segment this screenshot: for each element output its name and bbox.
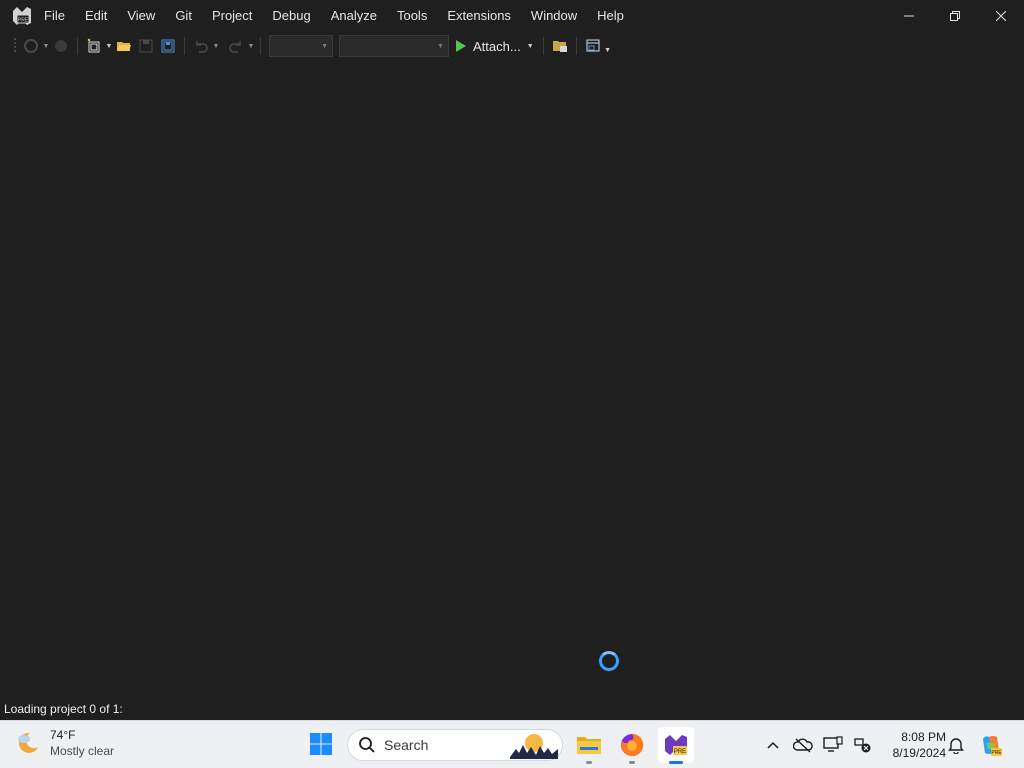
- solution-configuration-dropdown[interactable]: ▼: [269, 35, 333, 57]
- restore-icon: [950, 11, 960, 21]
- search-highlight-art-icon: [510, 734, 558, 759]
- attach-to-process-button[interactable]: Attach... ▼: [452, 35, 538, 57]
- svg-text:PRE: PRE: [18, 18, 29, 24]
- toolbar-separator: [184, 37, 185, 55]
- toolbar-separator: [77, 37, 78, 55]
- toolbar-separator: [542, 37, 544, 55]
- notifications-button[interactable]: [941, 730, 971, 760]
- chevron-down-icon: ▼: [321, 42, 328, 50]
- navigate-back-icon[interactable]: [21, 36, 41, 56]
- taskbar-search-box[interactable]: Search: [347, 729, 563, 761]
- status-text: Loading project 0 of 1:: [4, 702, 123, 716]
- windows-logo-icon: [310, 733, 332, 755]
- bell-icon: [948, 738, 964, 754]
- search-icon: [359, 737, 375, 753]
- chevron-down-icon: ▼: [437, 42, 444, 50]
- chevron-down-icon[interactable]: ▼: [527, 43, 534, 50]
- svg-text:PRE: PRE: [991, 750, 1002, 756]
- weather-widget[interactable]: 74°F Mostly clear: [14, 727, 114, 759]
- active-indicator: [669, 761, 683, 764]
- menu-tools[interactable]: Tools: [387, 0, 437, 32]
- running-indicator: [586, 761, 592, 764]
- redo-dropdown-icon[interactable]: ▼: [247, 36, 255, 56]
- menu-extensions[interactable]: Extensions: [437, 0, 521, 32]
- undo-icon[interactable]: [191, 36, 211, 56]
- new-project-dropdown-icon[interactable]: ▼: [105, 36, 113, 56]
- menu-git[interactable]: Git: [165, 0, 202, 32]
- toolbar-separator: [575, 37, 577, 55]
- restore-button[interactable]: [932, 0, 978, 32]
- undo-dropdown-icon[interactable]: ▼: [212, 36, 220, 56]
- visual-studio-preview-icon: PRE: [665, 735, 687, 755]
- play-icon: [456, 40, 466, 52]
- show-hidden-icons-button[interactable]: [758, 730, 788, 760]
- copilot-button[interactable]: PRE: [976, 730, 1006, 760]
- status-bar: Loading project 0 of 1:: [0, 698, 1024, 720]
- network-tray-icon[interactable]: [848, 730, 878, 760]
- taskbar-firefox[interactable]: [614, 727, 650, 764]
- copilot-icon: PRE: [983, 736, 1002, 756]
- clock-date: 8/19/2024: [892, 746, 946, 760]
- menu-edit[interactable]: Edit: [75, 0, 117, 32]
- system-tray: [758, 721, 878, 768]
- redo-icon[interactable]: [226, 36, 246, 56]
- monitor-icon: [823, 736, 843, 752]
- close-icon: [996, 11, 1006, 21]
- moon-cloud-icon: [18, 732, 38, 753]
- navigate-forward-icon[interactable]: [51, 36, 71, 56]
- save-all-icon[interactable]: [158, 36, 178, 56]
- main-document-area: [0, 60, 1024, 698]
- taskbar-visual-studio-preview[interactable]: PRE: [658, 727, 694, 764]
- weather-temperature: 74°F: [50, 728, 76, 742]
- window-layout-icon[interactable]: [583, 36, 603, 56]
- save-icon[interactable]: [136, 36, 156, 56]
- standard-toolbar: ▼ ▼ ▼ ▼ ▼ ▼ Attach... ▼ ▼: [0, 32, 1024, 60]
- onedrive-tray-icon[interactable]: [788, 730, 818, 760]
- navigate-back-dropdown-icon[interactable]: ▼: [42, 36, 50, 56]
- close-button[interactable]: [978, 0, 1024, 32]
- minimize-button[interactable]: [886, 0, 932, 32]
- svg-text:PRE: PRE: [674, 749, 686, 755]
- menu-file[interactable]: File: [44, 0, 75, 32]
- chevron-up-icon: [767, 741, 779, 749]
- cloud-off-icon: [793, 738, 813, 753]
- taskbar-file-explorer[interactable]: [571, 727, 607, 764]
- loading-spinner-icon: [599, 651, 619, 671]
- menu-project[interactable]: Project: [202, 0, 262, 32]
- toolbar-separator: [260, 37, 261, 55]
- window-controls: [886, 0, 1024, 32]
- menu-view[interactable]: View: [117, 0, 165, 32]
- file-explorer-icon: [577, 737, 601, 754]
- menu-window[interactable]: Window: [521, 0, 587, 32]
- firefox-icon: [621, 733, 644, 756]
- title-bar: PRE File Edit View Git Project Debug Ana…: [0, 0, 1024, 32]
- windows-taskbar: 74°F Mostly clear Search PRE 8:08 PM 8/1…: [0, 720, 1024, 768]
- attach-label: Attach...: [473, 38, 521, 54]
- visual-studio-preview-logo-icon[interactable]: PRE: [11, 5, 33, 27]
- weather-description: Mostly clear: [50, 744, 115, 758]
- menu-debug[interactable]: Debug: [262, 0, 320, 32]
- new-project-icon[interactable]: [84, 36, 104, 56]
- taskbar-clock[interactable]: 8:08 PM 8/19/2024: [880, 729, 946, 761]
- open-folder-icon[interactable]: [114, 36, 134, 56]
- start-button[interactable]: [306, 729, 336, 759]
- clock-time: 8:08 PM: [901, 730, 946, 744]
- toolbar-grip-icon[interactable]: [11, 36, 19, 56]
- display-tray-icon[interactable]: [818, 730, 848, 760]
- network-disconnected-icon: [854, 738, 871, 753]
- menu-analyze[interactable]: Analyze: [321, 0, 387, 32]
- solution-explorer-icon[interactable]: [550, 36, 570, 56]
- toolbar-options-dropdown-icon[interactable]: ▼: [604, 36, 612, 56]
- search-placeholder: Search: [384, 737, 429, 753]
- solution-platform-dropdown[interactable]: ▼: [339, 35, 449, 57]
- running-indicator: [629, 761, 635, 764]
- menu-bar: File Edit View Git Project Debug Analyze…: [44, 0, 634, 32]
- minimize-icon: [904, 15, 914, 17]
- menu-help[interactable]: Help: [587, 0, 634, 32]
